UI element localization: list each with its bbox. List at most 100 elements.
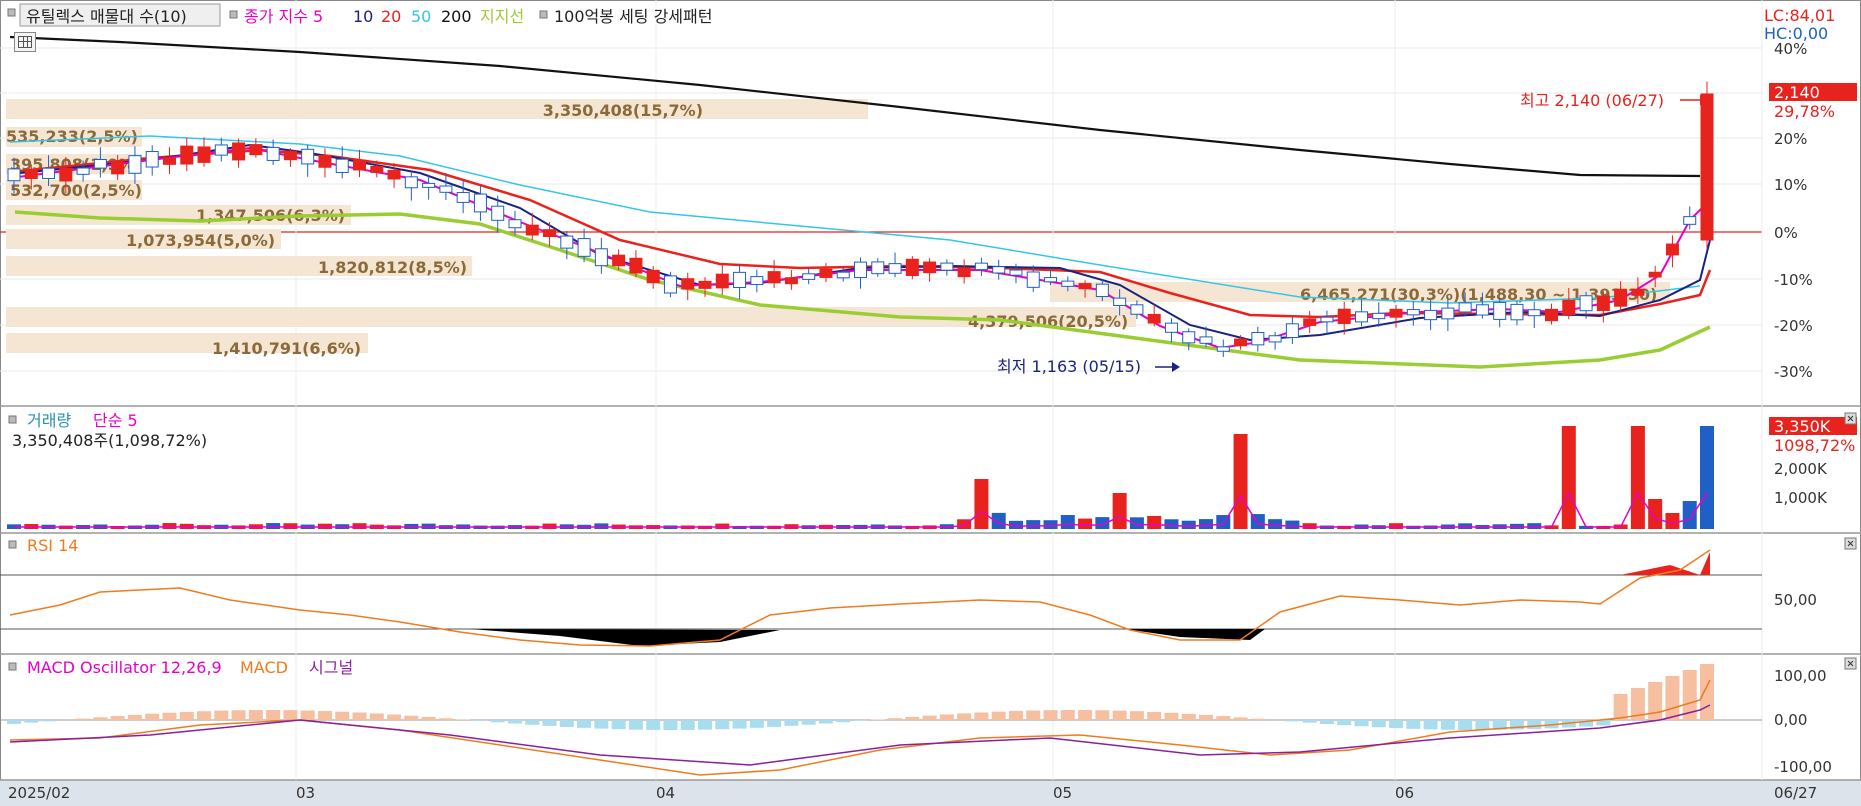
close-icon[interactable] [1844, 412, 1857, 425]
macd-osc-bar [145, 713, 160, 720]
legend-macd-osc[interactable]: MACD Oscillator 12,26,9 [27, 658, 222, 677]
macd-osc-bar [1095, 710, 1110, 720]
macd-osc-bar [1199, 714, 1214, 720]
macd-osc-bar [888, 718, 903, 720]
candle-body [145, 151, 159, 168]
macd-osc-bar [1026, 710, 1041, 720]
legend-marker [8, 415, 17, 424]
legend-ma10[interactable]: 10 [353, 7, 373, 26]
volume-bar [594, 523, 609, 529]
volume-bar [1026, 520, 1041, 529]
macd-osc-bar [1043, 710, 1058, 720]
candle-body [715, 273, 729, 289]
last-price-tag: 2,140 [1774, 83, 1820, 102]
candle-body [1061, 280, 1075, 287]
legend-ma50[interactable]: 50 [411, 7, 431, 26]
candle-body [24, 168, 38, 180]
legend-signal[interactable]: 시그널 [309, 658, 353, 677]
volume-bar [1199, 519, 1214, 529]
candle-body [1337, 308, 1351, 324]
macd-osc-bar [594, 720, 609, 729]
legend-pattern[interactable]: 100억봉 세팅 강세패턴 [554, 7, 712, 26]
profile-label: 1,820,812(8,5%) [318, 258, 467, 277]
volume-tick: 1,000K [1774, 489, 1828, 507]
candle-body [1631, 288, 1645, 296]
macd-osc-bar [1147, 711, 1162, 720]
candle-body [456, 192, 470, 203]
macd-osc-bar [41, 720, 56, 722]
rsi-overbought-fill [1620, 552, 1710, 575]
candle-body [1354, 311, 1368, 323]
legend-close[interactable]: 종가 지수 5 [244, 7, 323, 26]
x-label: 04 [656, 784, 675, 802]
volume-bar [1682, 501, 1697, 529]
macd-osc-bar [991, 711, 1006, 720]
macd-osc-bar [749, 720, 764, 728]
macd-osc-bar [127, 714, 142, 720]
low-annotation: 최저 1,163 (05/15) [997, 357, 1141, 376]
macd-osc-bar [490, 720, 505, 723]
candle-body [266, 146, 280, 161]
rsi-plot [0, 549, 1762, 647]
macd-tick: 0,00 [1774, 711, 1807, 729]
profile-label: 3,350,408(15,7%) [543, 101, 703, 120]
candle-body [663, 275, 677, 294]
volume-info: 3,350,408주(1,098,72%) [12, 431, 207, 450]
legend-ma20[interactable]: 20 [381, 7, 401, 26]
price-legend: 유틸렉스 매물대 수(10) 종가 지수 5 10 20 50 200 지지선 … [7, 3, 712, 27]
volume-bars [7, 426, 1714, 529]
macd-osc-bar [1164, 712, 1179, 720]
legend-volume[interactable]: 거래량 [27, 411, 71, 430]
macd-osc-bar [248, 710, 263, 720]
legend-macd[interactable]: MACD [240, 658, 288, 677]
macd-osc-bar [784, 720, 799, 726]
candle-body [1458, 302, 1472, 313]
high-annotation: 최고 2,140 (06/27) [1520, 91, 1664, 110]
volume-bar [1561, 426, 1576, 529]
macd-osc-bar [715, 720, 730, 730]
table-toggle-icon[interactable] [14, 32, 36, 52]
candle-body [1665, 243, 1679, 256]
candle-body [1026, 271, 1040, 288]
legend-support[interactable]: 지지선 [480, 7, 524, 26]
macd-osc-bar [818, 720, 833, 724]
candle-body [508, 219, 522, 229]
macd-osc-bar [663, 720, 678, 730]
macd-osc-bar [1371, 720, 1386, 728]
macd-osc-bar [1008, 710, 1023, 720]
macd-osc-bar [767, 720, 782, 727]
legend-volume-sma[interactable]: 단순 5 [93, 411, 138, 430]
percent-tick: 20% [1774, 130, 1807, 148]
close-icon[interactable] [1844, 657, 1857, 670]
volume-bar [991, 512, 1006, 529]
legend-rsi[interactable]: RSI 14 [27, 536, 78, 555]
volume-bar [1458, 523, 1473, 529]
macd-osc-bar [1527, 720, 1542, 729]
x-label: 2025/02 [8, 784, 70, 802]
candle-body [1683, 216, 1697, 225]
macd-osc-bar [1112, 710, 1127, 720]
candle-body [1648, 271, 1662, 278]
candle-body [42, 167, 56, 180]
profile-label: 1,073,954(5,0%) [126, 231, 275, 250]
candle-body [1009, 269, 1023, 276]
macd-osc-bar [93, 717, 108, 720]
candle-body [1095, 283, 1109, 298]
macd-osc-bar [680, 720, 695, 730]
candle-body [128, 155, 142, 174]
macd-osc-bar [1700, 664, 1714, 720]
candle-body [940, 262, 954, 271]
macd-osc-bar [1319, 720, 1334, 724]
volume-bar [1700, 426, 1714, 529]
rsi-oversold-fill [470, 629, 780, 646]
macd-osc-bar [853, 720, 868, 721]
candle-body [560, 235, 574, 249]
legend-ma200[interactable]: 200 [441, 7, 472, 26]
macd-osc-bar [1129, 711, 1144, 720]
candle-body [197, 146, 211, 163]
candle-body [923, 261, 937, 274]
close-icon[interactable] [1844, 537, 1857, 550]
macd-osc-bar [1613, 694, 1628, 720]
candle-body [473, 193, 487, 213]
macd-osc-bar [1440, 720, 1455, 730]
